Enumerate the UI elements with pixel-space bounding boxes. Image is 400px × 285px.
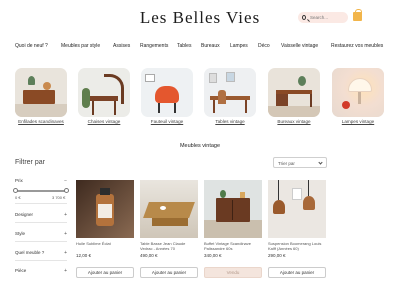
category-label: Lampes vintage xyxy=(341,119,375,124)
search-input[interactable] xyxy=(310,15,348,20)
product-image xyxy=(76,180,134,238)
category-label: Bureaux vintage xyxy=(277,119,311,124)
category-carousel: Enfilades scandinaves Chaises vintage Fa… xyxy=(0,68,400,128)
category-image xyxy=(268,68,320,117)
product-card[interactable]: Suspension Boomerang Louis Kalff (Années… xyxy=(268,180,326,278)
nav-item-rangements[interactable]: Rangements xyxy=(140,43,168,49)
category-label: Fauteuil vintage xyxy=(150,119,184,124)
price-slider[interactable] xyxy=(13,188,69,193)
category-image xyxy=(204,68,256,117)
product-price: 12,00 € xyxy=(76,253,92,258)
category-label: Enfilades scandinaves xyxy=(18,119,64,124)
product-image xyxy=(204,180,262,238)
nav-item-deco[interactable]: Déco xyxy=(258,43,270,49)
divider xyxy=(15,222,67,223)
product-name[interactable]: Table Basse Jean Claude Vedrac - Années … xyxy=(140,241,198,251)
product-name[interactable]: Huile Sublime Éclat xyxy=(76,241,134,251)
add-to-cart-button[interactable]: Ajouter au panier xyxy=(268,267,326,278)
nav-item-vaisselle-vintage[interactable]: Vaisselle vintage xyxy=(281,43,318,49)
divider xyxy=(15,203,67,204)
sold-button: Vendu xyxy=(204,267,262,278)
category-enfilades[interactable]: Enfilades scandinaves xyxy=(15,68,67,128)
shopping-bag-icon[interactable] xyxy=(353,9,362,21)
price-min: 0 € xyxy=(15,195,21,200)
plus-icon: + xyxy=(64,231,67,237)
facet-label: Prix xyxy=(15,178,23,183)
site-header: Les Belles Vies xyxy=(0,0,400,38)
category-image xyxy=(15,68,67,117)
product-card[interactable]: Huile Sublime Éclat 12,00 € Ajouter au p… xyxy=(76,180,134,278)
facet-designer[interactable]: Designer + xyxy=(15,212,67,218)
facet-quel-meuble[interactable]: Quel meuble ? + xyxy=(15,250,67,256)
product-name[interactable]: Buffet Vintage Scandinave Palissandre 60… xyxy=(204,241,262,251)
category-fauteuil[interactable]: Fauteuil vintage xyxy=(141,68,193,128)
product-image xyxy=(140,180,198,238)
nav-item-meubles-par-style[interactable]: Meubles par style xyxy=(61,43,100,49)
plus-icon: + xyxy=(64,268,67,274)
magnifier-icon xyxy=(302,15,306,20)
product-image xyxy=(268,180,326,238)
search-box[interactable] xyxy=(298,12,348,23)
filter-title: Filtrer par xyxy=(15,159,45,166)
category-image xyxy=(141,68,193,117)
minus-icon: − xyxy=(64,178,67,184)
facet-label: Style xyxy=(15,231,26,236)
category-image xyxy=(78,68,130,117)
plus-icon: + xyxy=(64,250,67,256)
facet-label: Designer xyxy=(15,212,34,217)
product-card[interactable]: Table Basse Jean Claude Vedrac - Années … xyxy=(140,180,198,278)
nav-item-tables[interactable]: Tables xyxy=(177,43,191,49)
nav-item-restaurez-vos-meubles[interactable]: Restaurez vos meubles xyxy=(331,43,383,49)
category-lampes[interactable]: Lampes vintage xyxy=(332,68,384,128)
category-image xyxy=(332,68,384,117)
product-price: 290,00 € xyxy=(268,253,286,258)
chevron-down-icon xyxy=(318,160,323,165)
divider xyxy=(15,260,67,261)
category-bureaux[interactable]: Bureaux vintage xyxy=(268,68,320,128)
category-label: Tables vintage xyxy=(215,119,245,124)
sort-label: Trier par xyxy=(278,161,295,166)
category-label: Chaises vintage xyxy=(87,119,121,124)
facet-style[interactable]: Style + xyxy=(15,231,67,237)
product-card[interactable]: Buffet Vintage Scandinave Palissandre 60… xyxy=(204,180,262,278)
facet-label: Quel meuble ? xyxy=(15,250,45,255)
product-price: 340,00 € xyxy=(204,253,222,258)
slider-min-handle[interactable] xyxy=(13,188,18,193)
main-nav: Quoi de neuf ? Meubles par style Assises… xyxy=(0,43,400,53)
add-to-cart-button[interactable]: Ajouter au panier xyxy=(76,267,134,278)
category-tables[interactable]: Tables vintage xyxy=(204,68,256,128)
product-price: 490,00 € xyxy=(140,253,158,258)
slider-max-handle[interactable] xyxy=(64,188,69,193)
category-chaises[interactable]: Chaises vintage xyxy=(78,68,130,128)
sort-dropdown[interactable]: Trier par xyxy=(273,157,327,168)
nav-item-assises[interactable]: Assises xyxy=(113,43,130,49)
nav-item-lampes[interactable]: Lampes xyxy=(230,43,248,49)
facet-label: Pièce xyxy=(15,268,27,273)
section-title: Meubles vintage xyxy=(179,143,221,149)
facet-price[interactable]: Prix − xyxy=(15,178,67,184)
plus-icon: + xyxy=(64,212,67,218)
add-to-cart-button[interactable]: Ajouter au panier xyxy=(140,267,198,278)
product-name[interactable]: Suspension Boomerang Louis Kalff (Années… xyxy=(268,241,326,251)
nav-item-bureaux[interactable]: Bureaux xyxy=(201,43,220,49)
facet-piece[interactable]: Pièce + xyxy=(15,268,67,274)
divider xyxy=(15,241,67,242)
price-max: 3 700 € xyxy=(52,195,66,200)
nav-item-quoi-de-neuf[interactable]: Quoi de neuf ? xyxy=(15,43,48,49)
